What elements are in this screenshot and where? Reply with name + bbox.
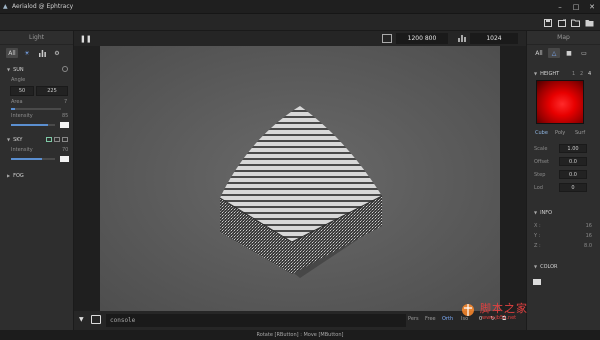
pause-icon[interactable]: ❚❚ bbox=[80, 35, 92, 43]
area-slider-track[interactable] bbox=[11, 108, 61, 110]
lod-4[interactable]: 4 bbox=[588, 71, 591, 77]
sun-intensity-fill bbox=[11, 124, 49, 126]
lod-label: Lod bbox=[534, 185, 543, 191]
folder-tab-icon[interactable]: ▭ bbox=[578, 48, 590, 58]
app-logo-icon: ▲ bbox=[3, 2, 8, 10]
watermark-url: www.jb51.net bbox=[482, 315, 517, 321]
map-tab-all[interactable]: All bbox=[533, 48, 545, 58]
mode-surf[interactable]: Surf bbox=[575, 130, 585, 136]
terrain-color-swatch[interactable] bbox=[533, 279, 541, 285]
image-size-icon bbox=[382, 34, 392, 43]
step-field[interactable]: 0.0 bbox=[559, 170, 587, 179]
angle-elevation-field[interactable]: 50 bbox=[10, 86, 34, 96]
light-panel-title: Light bbox=[0, 31, 73, 45]
scale-label: Scale bbox=[534, 146, 548, 152]
close-button[interactable]: ✕ bbox=[584, 0, 600, 14]
info-y-label: Y : bbox=[534, 233, 541, 239]
scale-field[interactable]: 1.00 bbox=[559, 144, 587, 153]
area-slider-fill bbox=[11, 108, 15, 110]
height-section-label: HEIGHT bbox=[540, 70, 560, 77]
right-viewport-strip bbox=[500, 46, 526, 311]
terrain-render bbox=[100, 46, 500, 311]
save-icon[interactable] bbox=[542, 17, 553, 28]
offset-label: Offset bbox=[534, 159, 550, 165]
sky-section-label: SKY bbox=[13, 136, 23, 143]
mode-poly[interactable]: Poly bbox=[555, 130, 565, 136]
fog-section-label: FOG bbox=[13, 172, 24, 179]
mode-pers[interactable]: Pers bbox=[408, 316, 419, 322]
info-z-value: 8.0 bbox=[584, 243, 592, 249]
heightmap-preview[interactable] bbox=[536, 80, 584, 124]
lod-1[interactable]: 1 bbox=[572, 71, 575, 77]
camera-icon[interactable] bbox=[91, 315, 101, 324]
area-value: 7 bbox=[64, 99, 68, 105]
tab-all[interactable]: All bbox=[6, 48, 18, 58]
map-tabs: All △ ■ ▭ bbox=[527, 45, 600, 61]
info-y-value: 16 bbox=[585, 233, 592, 239]
offset-field[interactable]: 0.0 bbox=[559, 157, 587, 166]
light-tabs: All ☀ ⚙ bbox=[0, 45, 73, 61]
mode-free[interactable]: Free bbox=[425, 316, 436, 322]
fog-section-header[interactable]: ▶ FOG bbox=[0, 170, 73, 181]
angle-azimuth-field[interactable]: 225 bbox=[36, 86, 68, 96]
title-bar: ▲ Aerialod @ Ephtracy – □ ✕ bbox=[0, 0, 600, 14]
samples-icon bbox=[458, 34, 466, 44]
render-viewport[interactable] bbox=[100, 46, 500, 311]
gear-icon[interactable]: ⚙ bbox=[51, 48, 63, 58]
sky-intensity-value: 70 bbox=[62, 147, 69, 153]
info-x-label: X : bbox=[534, 223, 541, 229]
step-label: Step bbox=[534, 172, 546, 178]
light-panel: Light All ☀ ⚙ ▼ SUN Angle 50 225 Area 7 I… bbox=[0, 31, 74, 330]
sky-image-icon[interactable] bbox=[62, 137, 68, 142]
save-as-icon[interactable] bbox=[556, 17, 567, 28]
left-viewport-strip bbox=[74, 31, 100, 311]
lod-2[interactable]: 2 bbox=[580, 71, 583, 77]
maximize-button[interactable]: □ bbox=[568, 0, 584, 14]
status-bar: Rotate [RButton] : Move [MButton] bbox=[0, 330, 600, 340]
lod-field[interactable]: 0 bbox=[559, 183, 587, 192]
sky-box-icon[interactable] bbox=[46, 137, 52, 142]
resolution-field[interactable]: 1200 800 bbox=[396, 33, 448, 44]
console-input[interactable]: console bbox=[106, 314, 406, 327]
info-z-label: Z : bbox=[534, 243, 541, 249]
sun-intensity-value: 85 bbox=[62, 113, 69, 119]
window-title: Aerialod @ Ephtracy bbox=[12, 3, 74, 10]
sun-section-label: SUN bbox=[13, 66, 24, 73]
sky-grid-icon[interactable] bbox=[54, 137, 60, 142]
watermark: 脚本之家 www.jb51.net bbox=[452, 298, 600, 330]
minimize-button[interactable]: – bbox=[552, 0, 568, 14]
terrain-tab-icon[interactable]: △ bbox=[548, 48, 560, 58]
mode-cube[interactable]: Cube bbox=[535, 130, 548, 136]
sun-toggle-icon[interactable] bbox=[62, 66, 68, 72]
sky-intensity-fill bbox=[11, 158, 42, 160]
map-panel: Map All △ ■ ▭ ▼ HEIGHT 1 2 4 Cube Poly Su… bbox=[526, 31, 600, 330]
color-section-header[interactable]: ▼ COLOR bbox=[527, 261, 558, 272]
sun-tab-icon[interactable]: ☀ bbox=[21, 48, 33, 58]
open-folder-icon[interactable] bbox=[570, 17, 581, 28]
sky-color-swatch[interactable] bbox=[60, 156, 69, 162]
info-x-value: 16 bbox=[585, 223, 592, 229]
info-section-label: INFO bbox=[540, 209, 553, 216]
info-section-header[interactable]: ▼ INFO bbox=[527, 207, 552, 218]
samples-field[interactable]: 1024 bbox=[470, 33, 518, 44]
area-label: Area bbox=[11, 99, 23, 105]
watermark-title: 脚本之家 bbox=[480, 302, 528, 315]
folder-icon[interactable] bbox=[584, 17, 595, 28]
bars-tab-icon[interactable] bbox=[36, 48, 48, 58]
map-panel-title: Map bbox=[527, 31, 600, 45]
angle-label: Angle bbox=[11, 77, 26, 83]
toolbar bbox=[0, 14, 600, 31]
video-tab-icon[interactable]: ■ bbox=[563, 48, 575, 58]
console-toggle-icon[interactable]: ▼ bbox=[79, 316, 84, 323]
sun-color-swatch[interactable] bbox=[60, 122, 69, 128]
color-section-label: COLOR bbox=[540, 263, 558, 270]
viewport-topbar: ❚❚ 1200 800 1024 bbox=[74, 31, 526, 46]
